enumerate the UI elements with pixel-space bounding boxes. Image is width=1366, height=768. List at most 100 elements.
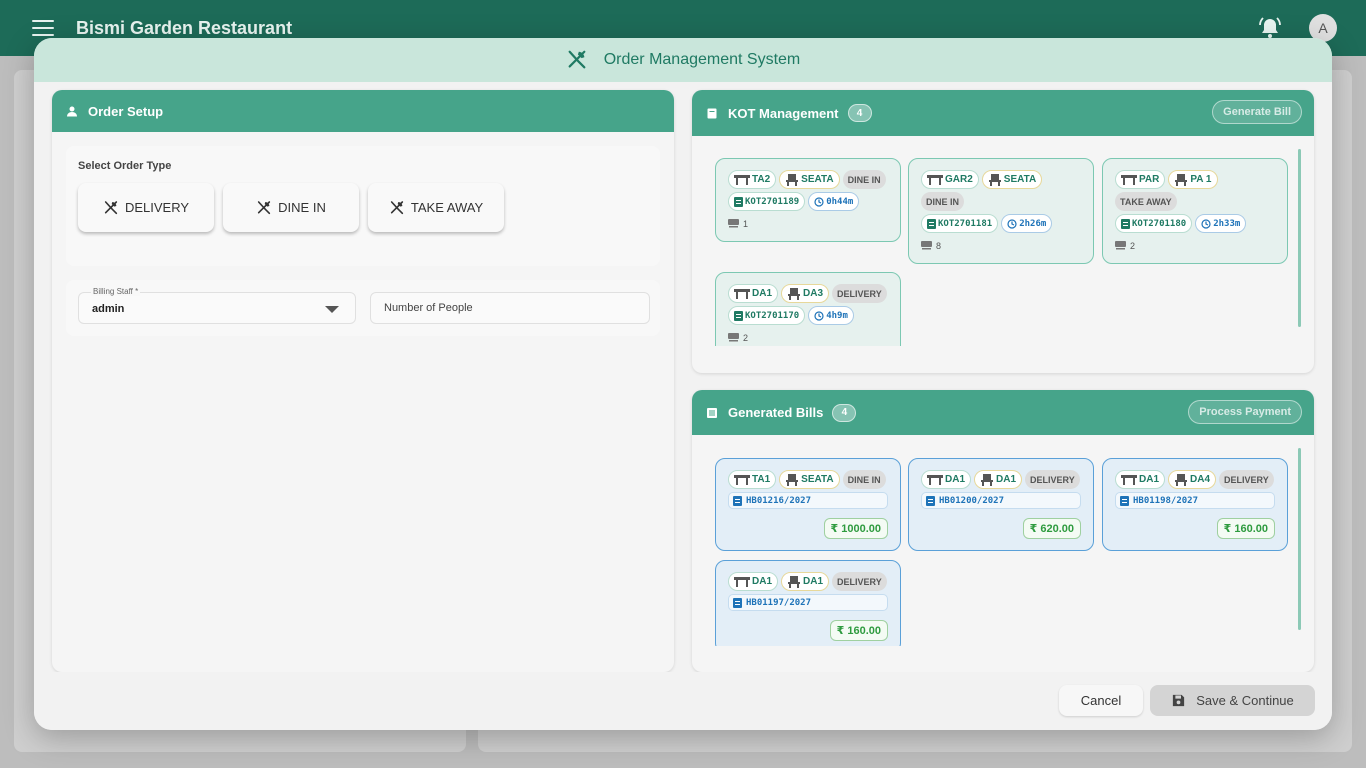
cancel-button[interactable]: Cancel: [1059, 685, 1143, 716]
process-payment-button[interactable]: Process Payment: [1188, 400, 1302, 424]
bill-number: HB01200/2027: [921, 492, 1081, 509]
bill-amount: ₹ 160.00: [829, 620, 888, 641]
order-type-chip: DELIVERY: [1025, 470, 1080, 489]
receipt-icon: [927, 218, 936, 229]
bills-header: Generated Bills 4 Process Payment: [692, 390, 1314, 435]
order-type-chip: TAKE AWAY: [1115, 192, 1177, 211]
table-icon: [1121, 475, 1137, 485]
bills-scrollbar[interactable]: [1298, 448, 1301, 630]
seat-chip: DA1: [781, 572, 830, 591]
chair-icon: [786, 473, 799, 486]
chair-icon: [988, 173, 1001, 186]
seat-chip: DA4: [1168, 470, 1217, 489]
receipt-icon: [1121, 218, 1130, 229]
table-icon: [1121, 175, 1137, 185]
utensils-icon: [568, 50, 586, 69]
save-icon: [1173, 694, 1185, 707]
seat-chip: DA3: [781, 284, 830, 303]
receipt-icon: [734, 196, 743, 207]
generated-bills-card: Generated Bills 4 Process Payment TA1 SE…: [692, 390, 1314, 672]
save-continue-label: Save & Continue: [1196, 693, 1294, 708]
bill-number: HB01197/2027: [728, 594, 888, 611]
bill-number: HB01198/2027: [1115, 492, 1275, 509]
kot-scrollbar[interactable]: [1298, 149, 1301, 327]
clock-icon: [1201, 218, 1211, 229]
seat-chip: DA1: [974, 470, 1023, 489]
select-order-type-label: Select Order Type: [78, 160, 172, 172]
elapsed-time-chip: 2h26m: [1001, 214, 1053, 233]
order-setup-header: Order Setup: [52, 90, 674, 132]
elapsed-time-chip: 2h33m: [1195, 214, 1247, 233]
kot-count-badge: 4: [847, 104, 872, 122]
take-away-button-label: TAKE AWAY: [410, 200, 484, 215]
utensils-icon: [258, 200, 271, 214]
utensils-icon: [104, 200, 118, 214]
chair-icon: [786, 173, 799, 186]
item-count: 2: [728, 333, 748, 343]
bill-card[interactable]: TA1 SEATA DINE IN HB01216/2027 ₹ 1000.00: [715, 458, 901, 551]
chair-icon: [788, 575, 801, 588]
table-icon: [927, 475, 943, 485]
chevron-down-icon: [325, 306, 339, 313]
utensils-icon: [390, 200, 404, 214]
kot-management-card: KOT Management 4 Generate Bill TA2 SEATA…: [692, 90, 1314, 373]
bill-card[interactable]: DA1 DA1 DELIVERY HB01197/2027 ₹ 160.00: [715, 560, 901, 646]
billing-staff-select[interactable]: Billing Staff * admin: [78, 287, 356, 324]
receipt-icon: [733, 495, 742, 506]
chair-icon: [788, 287, 801, 300]
dish-icon: [921, 241, 932, 250]
brand-title: Bismi Garden Restaurant: [76, 17, 293, 38]
table-chip: DA1: [728, 572, 779, 591]
kot-number-chip: KOT2701189: [728, 192, 806, 211]
kot-number-chip: KOT2701181: [921, 214, 999, 233]
kot-card[interactable]: GAR2 SEATA DINE IN KOT2701181 2h26m 8: [908, 158, 1094, 264]
generate-bill-button[interactable]: Generate Bill: [1212, 100, 1302, 124]
modal-title: Order Management System: [603, 51, 801, 68]
kot-card[interactable]: DA1 DA3 DELIVERY KOT2701170 4h9m 2: [715, 272, 901, 346]
bills-list: TA1 SEATA DINE IN HB01216/2027 ₹ 1000.00…: [692, 435, 1314, 646]
number-of-people-input[interactable]: Number of People: [370, 292, 650, 324]
order-type-chip: DINE IN: [842, 470, 886, 489]
receipt-icon: [926, 495, 935, 506]
table-icon: [927, 175, 943, 185]
bill-amount: ₹ 1000.00: [823, 518, 888, 539]
item-count: 2: [1115, 241, 1135, 251]
clock-icon: [1007, 218, 1017, 229]
save-continue-button[interactable]: Save & Continue: [1150, 685, 1315, 716]
order-type-chip: DINE IN: [842, 170, 886, 189]
receipt-icon: [707, 108, 717, 118]
person-icon: [67, 106, 77, 117]
take-away-button[interactable]: TAKE AWAY: [368, 183, 504, 232]
table-icon: [734, 175, 750, 185]
bill-amount: ₹ 620.00: [1022, 518, 1081, 539]
bill-card[interactable]: DA1 DA1 DELIVERY HB01200/2027 ₹ 620.00: [908, 458, 1094, 551]
billing-staff-label: Billing Staff *: [91, 287, 141, 296]
delivery-button[interactable]: DELIVERY: [78, 183, 214, 232]
table-chip: TA1: [728, 470, 777, 489]
table-icon: [734, 289, 750, 299]
order-type-chip: DINE IN: [921, 192, 965, 211]
order-type-chip: DELIVERY: [832, 572, 887, 591]
dine-in-button[interactable]: DINE IN: [223, 183, 359, 232]
delivery-button-label: DELIVERY: [124, 200, 190, 215]
bell-icon[interactable]: [1258, 16, 1282, 40]
order-setup-title: Order Setup: [88, 103, 164, 119]
seat-chip: SEATA: [981, 170, 1043, 189]
kot-card[interactable]: PAR PA 1 TAKE AWAY KOT2701180 2h33m 2: [1102, 158, 1288, 264]
billing-staff-value: admin: [92, 303, 125, 315]
modal-header: Order Management System: [34, 38, 1332, 82]
bill-number: HB01216/2027: [728, 492, 888, 509]
staff-section: Billing Staff * admin Number of People: [66, 280, 660, 336]
kot-number-chip: KOT2701180: [1115, 214, 1193, 233]
bill-card[interactable]: DA1 DA4 DELIVERY HB01198/2027 ₹ 160.00: [1102, 458, 1288, 551]
kot-header: KOT Management 4 Generate Bill: [692, 90, 1314, 136]
table-chip: DA1: [728, 284, 779, 303]
dish-icon: [728, 219, 739, 228]
menu-icon[interactable]: [32, 20, 54, 36]
clock-icon: [814, 196, 824, 207]
table-chip: DA1: [1115, 470, 1166, 489]
kot-card[interactable]: TA2 SEATA DINE IN KOT2701189 0h44m 1: [715, 158, 901, 242]
clock-icon: [814, 310, 824, 321]
seat-chip: PA 1: [1168, 170, 1218, 189]
order-type-chip: DELIVERY: [1219, 470, 1274, 489]
